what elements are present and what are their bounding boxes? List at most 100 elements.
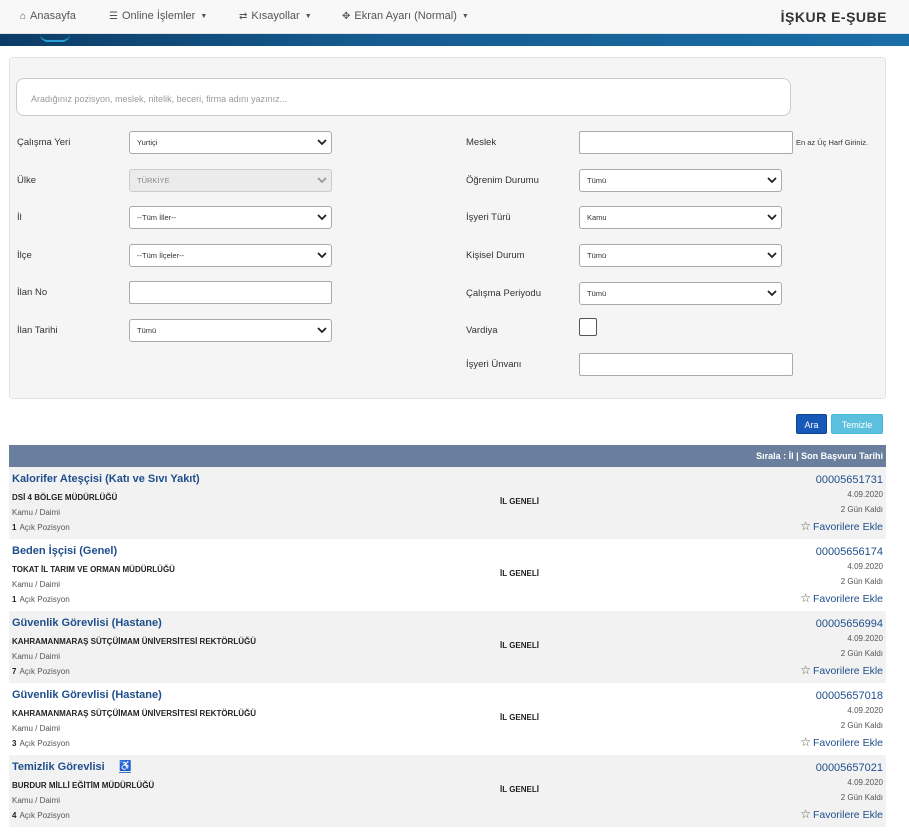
job-position-suffix: Açık Pozisyon (19, 595, 70, 604)
select-kisisel[interactable]: Tümü (579, 244, 782, 267)
job-location: İL GENELİ (500, 785, 539, 794)
chevron-down-icon (767, 290, 777, 297)
job-id[interactable]: 00005657021 (816, 762, 883, 774)
label-calisma-yeri: Çalışma Yeri (17, 137, 71, 148)
job-date: 4.09.2020 (847, 706, 883, 715)
favorite-label: Favorilere Ekle (812, 521, 883, 533)
select-kisisel-value: Tümü (587, 251, 607, 260)
select-il[interactable]: --Tüm İller-- (129, 206, 332, 229)
select-ilce-value: --Tüm İlçeler-- (137, 251, 185, 260)
job-remaining: 2 Gün Kaldı (840, 721, 883, 730)
job-type: Kamu / Daimi (12, 508, 61, 517)
label-unvan: İşyeri Ünvanı (466, 359, 522, 370)
job-title[interactable]: Güvenlik Görevlisi (Hastane) (12, 617, 162, 629)
select-isyeri-turu-value: Kamu (587, 213, 607, 222)
expand-icon: ✥ (342, 10, 351, 22)
label-il: İl (17, 212, 22, 223)
ilan-no-input[interactable] (129, 281, 332, 304)
select-periyot[interactable]: Tümü (579, 282, 782, 305)
search-input[interactable]: Aradığınız pozisyon, meslek, nitelik, be… (16, 78, 791, 116)
nav-online[interactable]: ☰ Online İşlemler ▼ (109, 10, 207, 22)
chevron-down-icon (767, 177, 777, 184)
chevron-down-icon (767, 252, 777, 259)
job-location: İL GENELİ (500, 641, 539, 650)
job-date: 4.09.2020 (847, 634, 883, 643)
job-title[interactable]: Temizlik Görevlisi (12, 761, 105, 773)
favorite-label: Favorilere Ekle (812, 737, 883, 749)
label-ilan-tarihi: İlan Tarihi (17, 325, 58, 336)
job-row: Kalorifer Ateşçisi (Katı ve Sıvı Yakıt) … (9, 467, 886, 539)
job-title[interactable]: Güvenlik Görevlisi (Hastane) (12, 689, 162, 701)
unvan-input[interactable] (579, 353, 793, 376)
star-icon: ☆ (800, 519, 811, 533)
nav-screen[interactable]: ✥ Ekran Ayarı (Normal) ▼ (342, 10, 469, 22)
job-title[interactable]: Kalorifer Ateşçisi (Katı ve Sıvı Yakıt) (12, 473, 200, 485)
caret-down-icon: ▼ (304, 12, 312, 20)
job-company: KAHRAMANMARAŞ SÜTÇÜİMAM ÜNİVERSİTESİ REK… (12, 709, 256, 718)
add-favorite-button[interactable]: ☆ Favorilere Ekle (800, 663, 883, 677)
favorite-label: Favorilere Ekle (812, 809, 883, 821)
job-company: BURDUR MİLLİ EĞİTİM MÜDÜRLÜĞÜ (12, 781, 155, 790)
job-title[interactable]: Beden İşçisi (Genel) (12, 545, 117, 557)
job-location: İL GENELİ (500, 497, 539, 506)
nav-home[interactable]: ⌂ Anasayfa (20, 10, 76, 22)
job-position-count: 1 (12, 523, 17, 532)
list-icon: ☰ (109, 10, 118, 22)
select-ilan-tarihi-value: Tümü (137, 326, 157, 335)
label-ilan-no: İlan No (17, 287, 48, 298)
add-favorite-button[interactable]: ☆ Favorilere Ekle (800, 519, 883, 533)
job-date: 4.09.2020 (847, 778, 883, 787)
select-ogrenim[interactable]: Tümü (579, 169, 782, 192)
add-favorite-button[interactable]: ☆ Favorilere Ekle (800, 807, 883, 821)
job-remaining: 2 Gün Kaldı (840, 649, 883, 658)
job-row: Beden İşçisi (Genel) TOKAT İL TARIM VE O… (9, 539, 886, 611)
job-row: Güvenlik Görevlisi (Hastane) KAHRAMANMAR… (9, 611, 886, 683)
nav-shortcuts[interactable]: ⇄ Kısayollar ▼ (239, 10, 312, 22)
select-ilce[interactable]: --Tüm İlçeler-- (129, 244, 332, 267)
job-row: Güvenlik Görevlisi (Hastane) KAHRAMANMAR… (9, 683, 886, 755)
search-button[interactable]: Ara (796, 414, 827, 434)
select-calisma-yeri[interactable]: Yurtiçi (129, 131, 332, 154)
job-id[interactable]: 00005656994 (816, 618, 883, 630)
top-navbar: ⌂ Anasayfa ☰ Online İşlemler ▼ ⇄ Kısayol… (0, 0, 909, 34)
select-calisma-yeri-value: Yurtiçi (137, 138, 158, 147)
select-ilan-tarihi[interactable]: Tümü (129, 319, 332, 342)
list-sort-header[interactable]: Sırala : İl | Son Başvuru Tarihi (9, 445, 886, 467)
job-position-suffix: Açık Pozisyon (19, 739, 70, 748)
job-type: Kamu / Daimi (12, 796, 61, 805)
add-favorite-button[interactable]: ☆ Favorilere Ekle (800, 591, 883, 605)
nav-home-label: Anasayfa (30, 10, 76, 22)
select-isyeri-turu[interactable]: Kamu (579, 206, 782, 229)
vardiya-checkbox[interactable] (579, 318, 597, 336)
add-favorite-button[interactable]: ☆ Favorilere Ekle (800, 735, 883, 749)
label-isyeri-turu: İşyeri Türü (466, 212, 511, 223)
favorite-label: Favorilere Ekle (812, 593, 883, 605)
meslek-input[interactable] (579, 131, 793, 154)
select-ulke-value: TÜRKİYE (137, 176, 170, 185)
nav-screen-label: Ekran Ayarı (Normal) (354, 10, 457, 22)
shuffle-icon: ⇄ (239, 10, 248, 22)
label-meslek: Meslek (466, 137, 497, 148)
job-positions: 7 Açık Pozisyon (12, 667, 70, 676)
select-periyot-value: Tümü (587, 289, 607, 298)
nav-shortcuts-label: Kısayollar (251, 10, 300, 22)
job-id[interactable]: 00005656174 (816, 546, 883, 558)
job-position-suffix: Açık Pozisyon (19, 523, 70, 532)
job-position-count: 1 (12, 595, 17, 604)
job-positions: 4 Açık Pozisyon (12, 811, 70, 820)
job-company: KAHRAMANMARAŞ SÜTÇÜİMAM ÜNİVERSİTESİ REK… (12, 637, 256, 646)
chevron-down-icon (317, 177, 327, 184)
job-positions: 1 Açık Pozisyon (12, 595, 70, 604)
job-id[interactable]: 00005657018 (816, 690, 883, 702)
caret-down-icon: ▼ (200, 12, 208, 20)
chevron-down-icon (317, 252, 327, 259)
label-ilce: İlçe (17, 250, 32, 261)
job-id[interactable]: 00005651731 (816, 474, 883, 486)
job-position-count: 7 (12, 667, 17, 676)
accessibility-icon: ♿ (119, 761, 132, 773)
home-icon: ⌂ (20, 10, 27, 22)
job-remaining: 2 Gün Kaldı (840, 505, 883, 514)
job-positions: 1 Açık Pozisyon (12, 523, 70, 532)
select-ogrenim-value: Tümü (587, 176, 607, 185)
clear-button[interactable]: Temizle (831, 414, 883, 434)
